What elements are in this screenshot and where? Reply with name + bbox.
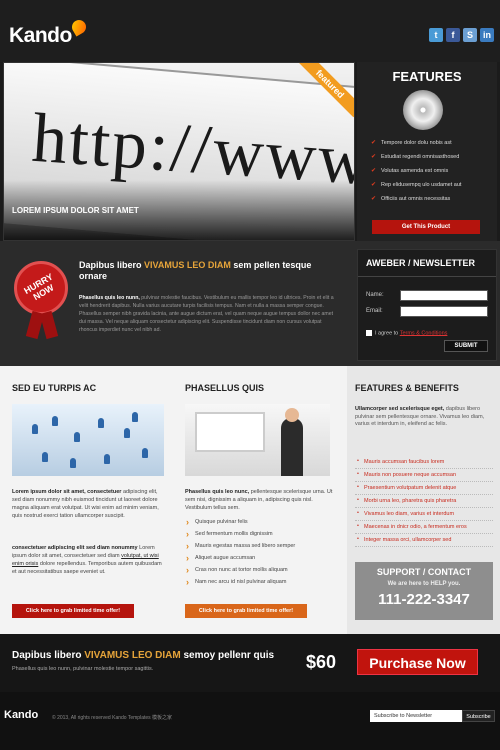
terms-link[interactable]: Terms & Conditions	[400, 330, 448, 336]
benefit-link[interactable]: Integer massa orci, ullamcorper sed	[355, 534, 493, 547]
copyright: © 2013, All rights reserved Kando Templa…	[52, 715, 173, 721]
support-title: SUPPORT / CONTACT	[376, 567, 472, 577]
column-2: PHASELLUS QUIS Phasellus quis leo nunc, …	[185, 366, 335, 618]
benefits-lead: Ullamcorper sed scelerisque eget,	[355, 406, 445, 412]
column-1-title: SED EU TURPIS AC	[12, 383, 97, 393]
features-title: FEATURES	[392, 69, 462, 84]
promo-title: Dapibus libero VIVAMUS LEO DIAM sem pell…	[79, 260, 341, 282]
linkedin-icon[interactable]: in	[480, 28, 494, 42]
businessman-head	[285, 408, 299, 422]
support-subtitle: We are here to HELP you.	[387, 581, 461, 587]
name-label: Name:	[366, 292, 384, 298]
get-product-button[interactable]: Get This Product	[372, 220, 480, 234]
social-links: t f S in	[429, 28, 494, 42]
features-panel: FEATURES Tempore dolor dolu nobis ast Es…	[357, 62, 497, 241]
disc-icon	[403, 90, 443, 130]
column-1-para-2: consectetuer adipiscing elit sed diam no…	[12, 544, 164, 576]
list-item: Mauris egestas massa sed libero semper	[185, 541, 333, 551]
email-field[interactable]	[400, 306, 488, 317]
newsletter-title: AWEBER / NEWSLETTER	[358, 250, 496, 277]
promo-body: Phasellus quis leo nunn, pulvinar molest…	[79, 294, 339, 334]
list-item: Sed fermentum mollis dignissim	[185, 529, 333, 539]
ribbon-label: featured	[296, 63, 354, 118]
column-2-para: Phasellus quis leo nunc, pellentesque sc…	[185, 488, 333, 512]
logo-text: Kando	[9, 24, 72, 47]
feature-item: Officiis aut omnis necessitas	[371, 195, 461, 202]
support-box: SUPPORT / CONTACT We are here to HELP yo…	[355, 562, 493, 620]
promo-section: HURRY NOW Dapibus libero VIVAMUS LEO DIA…	[0, 241, 500, 366]
list-item: Cras non nunc at tortor mollis aliquam	[185, 565, 333, 575]
promo-title-part: Dapibus libero	[79, 260, 145, 270]
benefits-column: FEATURES & BENEFITS Ullamcorper sed scel…	[347, 366, 500, 634]
name-field[interactable]	[400, 290, 488, 301]
submit-button[interactable]: SUBMIT	[444, 340, 488, 352]
promo-body-lead: Phasellus quis leo nunn,	[79, 295, 140, 301]
badge-label: HURRY NOW	[22, 271, 56, 303]
col1-lead-2: consectetuer adipiscing elit sed diam no…	[12, 545, 138, 551]
featured-ribbon: featured	[294, 63, 354, 123]
businessman-graphic	[281, 418, 303, 476]
terms-row: I agree to Terms & Conditions	[366, 330, 447, 336]
benefit-link[interactable]: Vivamus leo diam, varius et interdum	[355, 508, 493, 521]
presentation-image	[185, 404, 330, 476]
content-section: SED EU TURPIS AC Lorem ipsum dolor sit a…	[0, 366, 500, 634]
band-title-highlight: VIVAMUS LEO DIAM	[84, 650, 181, 661]
purchase-band: Dapibus libero VIVAMUS LEO DIAM semoy pe…	[0, 634, 500, 692]
footer-logo[interactable]: Kando	[4, 709, 38, 721]
network-people-image	[12, 404, 164, 476]
list-item: Quisque pulvinar felis	[185, 517, 333, 527]
badge-ribbon-tail	[39, 310, 59, 340]
list-item: Nam nec arcu id nisl pulvinar aliquam	[185, 577, 333, 587]
share-icon[interactable]: S	[463, 28, 477, 42]
feature-item: Tempore dolor dolu nobis ast	[371, 139, 461, 146]
column-2-list: Quisque pulvinar felis Sed fermentum mol…	[185, 517, 333, 591]
subscribe-input[interactable]: Subscribe to Newsletter	[370, 710, 462, 722]
col2-lead: Phasellus quis leo nunc,	[185, 489, 250, 495]
feature-item: Estudiat regendi omnisasthosed	[371, 153, 461, 160]
purchase-now-button[interactable]: Purchase Now	[357, 649, 478, 675]
benefit-link[interactable]: Mauris accumsan faucibus lorem	[355, 456, 493, 469]
features-list: Tempore dolor dolu nobis ast Estudiat re…	[371, 139, 461, 210]
benefits-intro: Ullamcorper sed scelerisque eget, dapibu…	[355, 406, 493, 429]
benefit-link[interactable]: Morbi urna leo, pharetra quis pharetra	[355, 495, 493, 508]
subscribe-button[interactable]: Subscribe	[462, 710, 495, 722]
list-item: Aliquet augue accumsan	[185, 553, 333, 563]
facebook-icon[interactable]: f	[446, 28, 460, 42]
column-2-title: PHASELLUS QUIS	[185, 383, 265, 393]
header: Kando t f S in	[0, 0, 500, 62]
terms-checkbox[interactable]	[366, 330, 372, 336]
footer: Kando © 2013, All rights reserved Kando …	[0, 692, 500, 750]
column-1: SED EU TURPIS AC Lorem ipsum dolor sit a…	[12, 366, 167, 618]
price: $60	[306, 652, 337, 672]
band-title-part: Dapibus libero	[12, 650, 85, 661]
flame-icon	[69, 17, 89, 37]
promo-title-highlight: VIVAMUS LEO DIAM	[144, 260, 231, 270]
whiteboard-graphic	[195, 412, 265, 452]
email-label: Email:	[366, 308, 383, 314]
feature-item: Volutas asmenda est omnis	[371, 167, 461, 174]
band-subtitle: Phasellus quis leo nunn, pulvinar molest…	[12, 666, 154, 672]
benefits-title: FEATURES & BENEFITS	[355, 383, 459, 393]
logo[interactable]: Kando	[9, 17, 89, 48]
phone-number[interactable]: 111-222-3347	[355, 591, 493, 608]
newsletter-form: AWEBER / NEWSLETTER Name: Email: I agree…	[357, 249, 497, 361]
col1-lead: Lorem ipsum dolor sit amet, consectetuer	[12, 489, 122, 495]
terms-text: I agree to	[375, 330, 399, 337]
feature-item: Rep elidusempq ulo usdamet aut	[371, 181, 461, 188]
grab-offer-button-2[interactable]: Click here to grab limited time offer!	[185, 604, 307, 618]
twitter-icon[interactable]: t	[429, 28, 443, 42]
benefits-list: Mauris accumsan faucibus lorem Mauris no…	[355, 456, 493, 547]
hero-caption: LOREM IPSUM DOLOR SIT AMET	[12, 206, 139, 215]
benefit-link[interactable]: Maecenas in dnicr odio, a fermentum eros	[355, 521, 493, 534]
grab-offer-button[interactable]: Click here to grab limited time offer!	[12, 604, 134, 618]
band-title: Dapibus libero VIVAMUS LEO DIAM semoy pe…	[12, 650, 274, 661]
hurry-badge: HURRY NOW	[14, 261, 68, 340]
band-title-part: semoy pellenr quis	[180, 650, 275, 661]
benefit-link[interactable]: Praesentium volutpatum delenit atque	[355, 482, 493, 495]
benefit-link[interactable]: Mauris non posuere neque accumsan	[355, 469, 493, 482]
column-1-para: Lorem ipsum dolor sit amet, consectetuer…	[12, 488, 164, 520]
